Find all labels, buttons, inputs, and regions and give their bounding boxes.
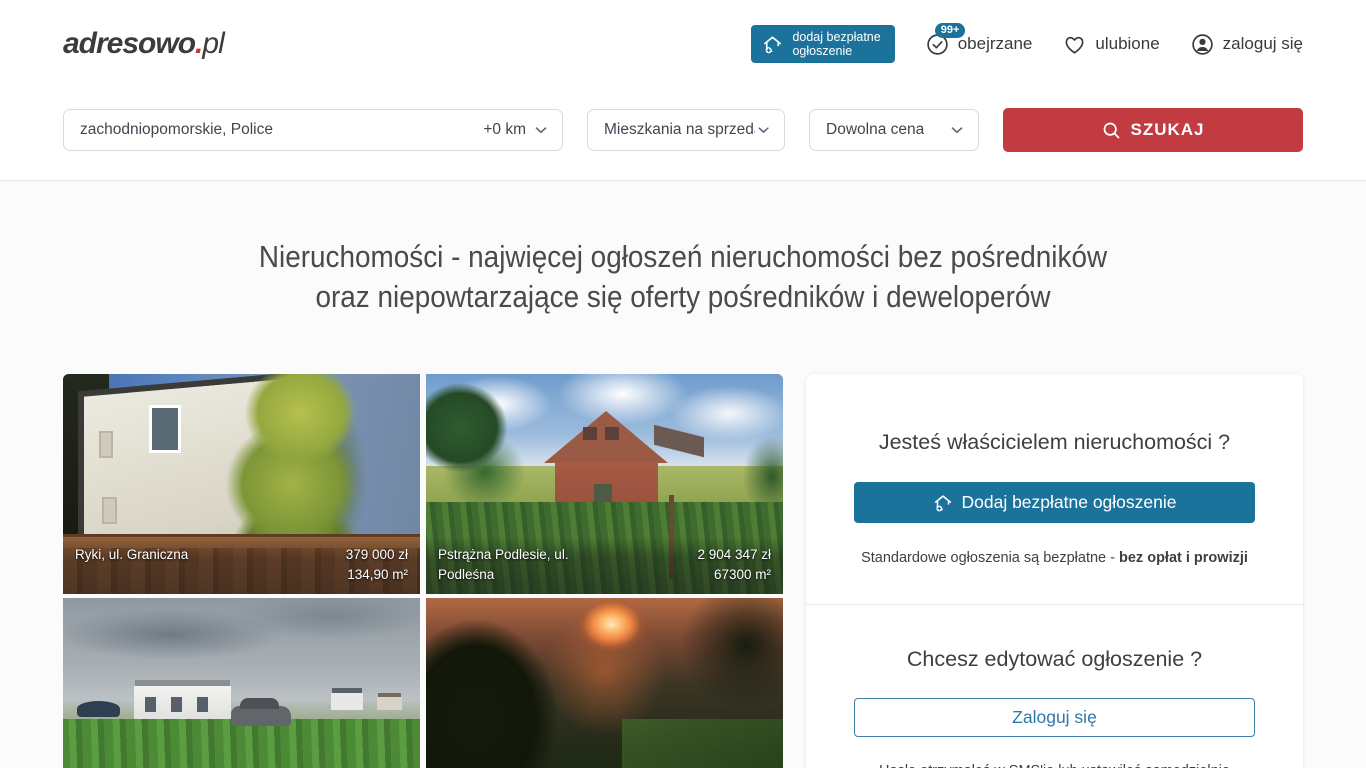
listing-card[interactable]: Ryki, ul. Graniczna 379 000 zł 134,90 m² xyxy=(63,374,420,594)
location-input[interactable]: zachodniopomorskie, Police +0 km xyxy=(63,109,563,151)
edit-note: Hasło otrzymałeś w SMS'ie lub ustawiłeś … xyxy=(854,763,1255,768)
content: Ryki, ul. Graniczna 379 000 zł 134,90 m² xyxy=(0,317,1366,768)
listing-overlay: Pstrążna Podlesie, ul. Podleśna 2 904 34… xyxy=(426,537,783,594)
listing-area: 67300 m² xyxy=(714,565,771,585)
viewed-link[interactable]: 99+ obejrzane xyxy=(925,32,1033,57)
edit-heading: Chcesz edytować ogłoszenie ? xyxy=(854,647,1255,672)
price-select[interactable]: Dowolna cena xyxy=(809,109,979,151)
login-button-label: Zaloguj się xyxy=(1012,707,1097,727)
user-circle-icon xyxy=(1190,32,1215,57)
listing-card[interactable]: Pstrążna Podlesie, ul. Podleśna 2 904 34… xyxy=(426,374,783,594)
listing-location: Ryki, ul. Graniczna xyxy=(75,545,188,565)
listing-location: Pstrążna Podlesie, ul. Podleśna xyxy=(438,545,623,585)
radius-value: +0 km xyxy=(483,121,526,139)
listing-card[interactable]: Kliniska Wielkie, Radosna 260 000 zł xyxy=(63,598,420,768)
add-listing-line2: ogłoszenie xyxy=(792,44,852,58)
logo-tld: pl xyxy=(202,27,223,60)
page: adresowo.pl dodaj bezpłatne ogłoszenie xyxy=(0,0,1366,768)
header-actions: dodaj bezpłatne ogłoszenie 99+ obejrzane xyxy=(751,25,1303,63)
page-title-line1: Nieruchomości - najwięcej ogłoszeń nieru… xyxy=(68,237,1297,277)
price-value: Dowolna cena xyxy=(826,121,924,139)
header: adresowo.pl dodaj bezpłatne ogłoszenie xyxy=(0,0,1366,88)
page-title-line2: oraz niepowtarzające się oferty pośredni… xyxy=(68,277,1297,317)
viewed-label: obejrzane xyxy=(958,34,1033,54)
search-bar: zachodniopomorskie, Police +0 km Mieszka… xyxy=(0,88,1366,181)
check-circle-icon: 99+ xyxy=(925,32,950,57)
logo[interactable]: adresowo.pl xyxy=(63,27,224,61)
house-plus-icon xyxy=(932,492,954,514)
listing-price: 379 000 zł xyxy=(346,545,408,565)
favorites-link[interactable]: ulubione xyxy=(1062,32,1159,57)
owner-note-bold: bez opłat i prowizji xyxy=(1119,550,1248,566)
favorites-label: ulubione xyxy=(1095,34,1159,54)
add-listing-button[interactable]: dodaj bezpłatne ogłoszenie xyxy=(751,25,894,63)
sidebar-card: Jesteś właścicielem nieruchomości ? Doda… xyxy=(806,374,1303,768)
add-listing-line1: dodaj bezpłatne xyxy=(792,30,880,44)
listing-price: 2 904 347 zł xyxy=(697,545,771,565)
magnifier-icon xyxy=(1101,120,1122,141)
listing-overlay: Ryki, ul. Graniczna 379 000 zł 134,90 m² xyxy=(63,537,420,594)
category-select[interactable]: Mieszkania na sprzeda xyxy=(587,109,785,151)
owner-section: Jesteś właścicielem nieruchomości ? Doda… xyxy=(854,374,1255,566)
radius-select[interactable]: +0 km xyxy=(483,121,550,139)
login-button[interactable]: Zaloguj się xyxy=(854,698,1255,737)
location-value: zachodniopomorskie, Police xyxy=(80,121,273,139)
logo-text: adresowo xyxy=(63,27,195,60)
hero-section: Nieruchomości - najwięcej ogłoszeń nieru… xyxy=(0,181,1366,317)
listing-photo xyxy=(426,598,783,768)
login-label: zaloguj się xyxy=(1223,34,1303,54)
listings-grid: Ryki, ul. Graniczna 379 000 zł 134,90 m² xyxy=(63,374,783,768)
chevron-down-icon xyxy=(532,121,550,139)
category-value: Mieszkania na sprzeda xyxy=(604,121,755,139)
listing-photo xyxy=(63,598,420,768)
heart-icon xyxy=(1062,32,1087,57)
login-link[interactable]: zaloguj się xyxy=(1190,32,1303,57)
chevron-down-icon xyxy=(755,121,772,139)
owner-note-regular: Standardowe ogłoszenia są bezpłatne - xyxy=(861,550,1119,566)
chevron-down-icon xyxy=(948,121,966,139)
house-plus-icon xyxy=(761,33,784,56)
search-button[interactable]: SZUKAJ xyxy=(1003,108,1303,152)
viewed-count-badge: 99+ xyxy=(935,23,966,38)
edit-section: Chcesz edytować ogłoszenie ? Zaloguj się… xyxy=(854,605,1255,768)
search-button-label: SZUKAJ xyxy=(1130,120,1204,140)
owner-note: Standardowe ogłoszenia są bezpłatne - be… xyxy=(854,550,1255,566)
listing-area: 134,90 m² xyxy=(347,565,408,585)
listing-card[interactable]: Warszawa Białołęka, ul. 725 000 zł xyxy=(426,598,783,768)
add-listing-label: dodaj bezpłatne ogłoszenie xyxy=(792,30,880,58)
sidebar-add-listing-label: Dodaj bezpłatne ogłoszenie xyxy=(961,492,1176,513)
owner-heading: Jesteś właścicielem nieruchomości ? xyxy=(854,430,1255,455)
sidebar-add-listing-button[interactable]: Dodaj bezpłatne ogłoszenie xyxy=(854,482,1255,523)
page-title: Nieruchomości - najwięcej ogłoszeń nieru… xyxy=(0,237,1366,317)
